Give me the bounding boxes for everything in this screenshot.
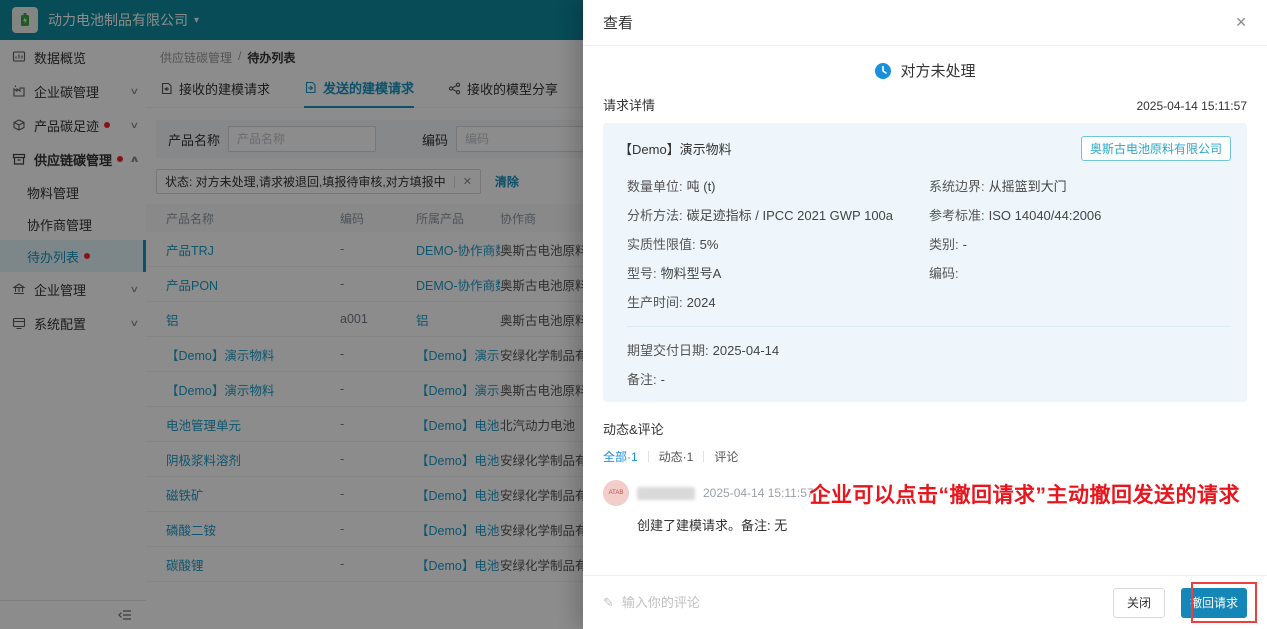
field-code: 编码:: [929, 263, 1231, 282]
comment-timestamp: 2025-04-14 15:11:57: [703, 486, 814, 500]
drawer-title: 查看: [603, 12, 633, 33]
comments-tab-comments[interactable]: 评论: [714, 448, 738, 465]
divider: [703, 451, 704, 462]
avatar: ATAB: [603, 480, 629, 506]
status-text: 对方未处理: [900, 60, 975, 81]
field-quantity-unit: 数量单位:吨 (t): [627, 176, 929, 195]
field-system-boundary: 系统边界:从摇篮到大门: [929, 176, 1231, 195]
comment-input[interactable]: [620, 594, 1113, 611]
withdraw-request-button[interactable]: 撤回请求: [1181, 588, 1247, 618]
comments-tab-activity[interactable]: 动态·1: [659, 448, 694, 465]
clock-icon: [874, 62, 892, 80]
material-name: 【Demo】演示物料: [619, 139, 732, 158]
drawer-header: 查看 ✕: [583, 0, 1267, 46]
pencil-icon: ✎: [603, 595, 614, 611]
field-analysis-method: 分析方法:碳足迹指标 / IPCC 2021 GWP 100a: [627, 205, 929, 224]
comments-section-title: 动态&评论: [603, 419, 1247, 438]
request-detail-title: 请求详情: [603, 95, 655, 114]
comment-text: 创建了建模请求。备注: 无: [637, 515, 1247, 534]
divider: [627, 326, 1231, 327]
request-timestamp: 2025-04-14 15:11:57: [1136, 99, 1247, 113]
fields-left-column: 数量单位:吨 (t) 分析方法:碳足迹指标 / IPCC 2021 GWP 10…: [627, 176, 929, 311]
request-status: 对方未处理: [603, 60, 1247, 81]
field-materiality-threshold: 实质性限值:5%: [627, 234, 929, 253]
field-production-time: 生产时间:2024: [627, 292, 929, 311]
field-reference-standard: 参考标准:ISO 14040/44:2006: [929, 205, 1231, 224]
comment-input-wrapper: ✎: [603, 594, 1113, 611]
view-drawer: 查看 ✕ 对方未处理 请求详情 2025-04-14 15:11:57 【Dem…: [583, 0, 1267, 629]
field-expected-delivery-date: 期望交付日期:2025-04-14: [619, 340, 1231, 359]
field-remark: 备注:-: [619, 369, 1231, 388]
comments-tabs: 全部·1 动态·1 评论: [603, 448, 1247, 465]
drawer-body: 对方未处理 请求详情 2025-04-14 15:11:57 【Demo】演示物…: [583, 46, 1267, 575]
partner-company-tag[interactable]: 奥斯古电池原料有限公司: [1081, 136, 1231, 161]
tutorial-annotation: 企业可以点击“撤回请求”主动撤回发送的请求: [810, 479, 1241, 509]
request-detail-card: 【Demo】演示物料 奥斯古电池原料有限公司 数量单位:吨 (t) 分析方法:碳…: [603, 123, 1247, 402]
app-window: 动力电池制品有限公司 ▾ 数据概览 企业碳管理 ∨ 产品: [0, 0, 1267, 629]
comment-author-redacted: [637, 487, 695, 500]
close-icon[interactable]: ✕: [1235, 14, 1247, 31]
request-detail-row: 请求详情 2025-04-14 15:11:57: [603, 95, 1247, 114]
divider: [648, 451, 649, 462]
drawer-footer: ✎ 关闭 撤回请求: [583, 575, 1267, 629]
field-model-number: 型号:物料型号A: [627, 263, 929, 282]
modal-overlay-mask[interactable]: [0, 0, 583, 629]
fields-right-column: 系统边界:从摇篮到大门 参考标准:ISO 14040/44:2006 类别:- …: [929, 176, 1231, 311]
comments-tab-all[interactable]: 全部·1: [603, 448, 638, 465]
close-button[interactable]: 关闭: [1113, 588, 1165, 618]
field-category: 类别:-: [929, 234, 1231, 253]
